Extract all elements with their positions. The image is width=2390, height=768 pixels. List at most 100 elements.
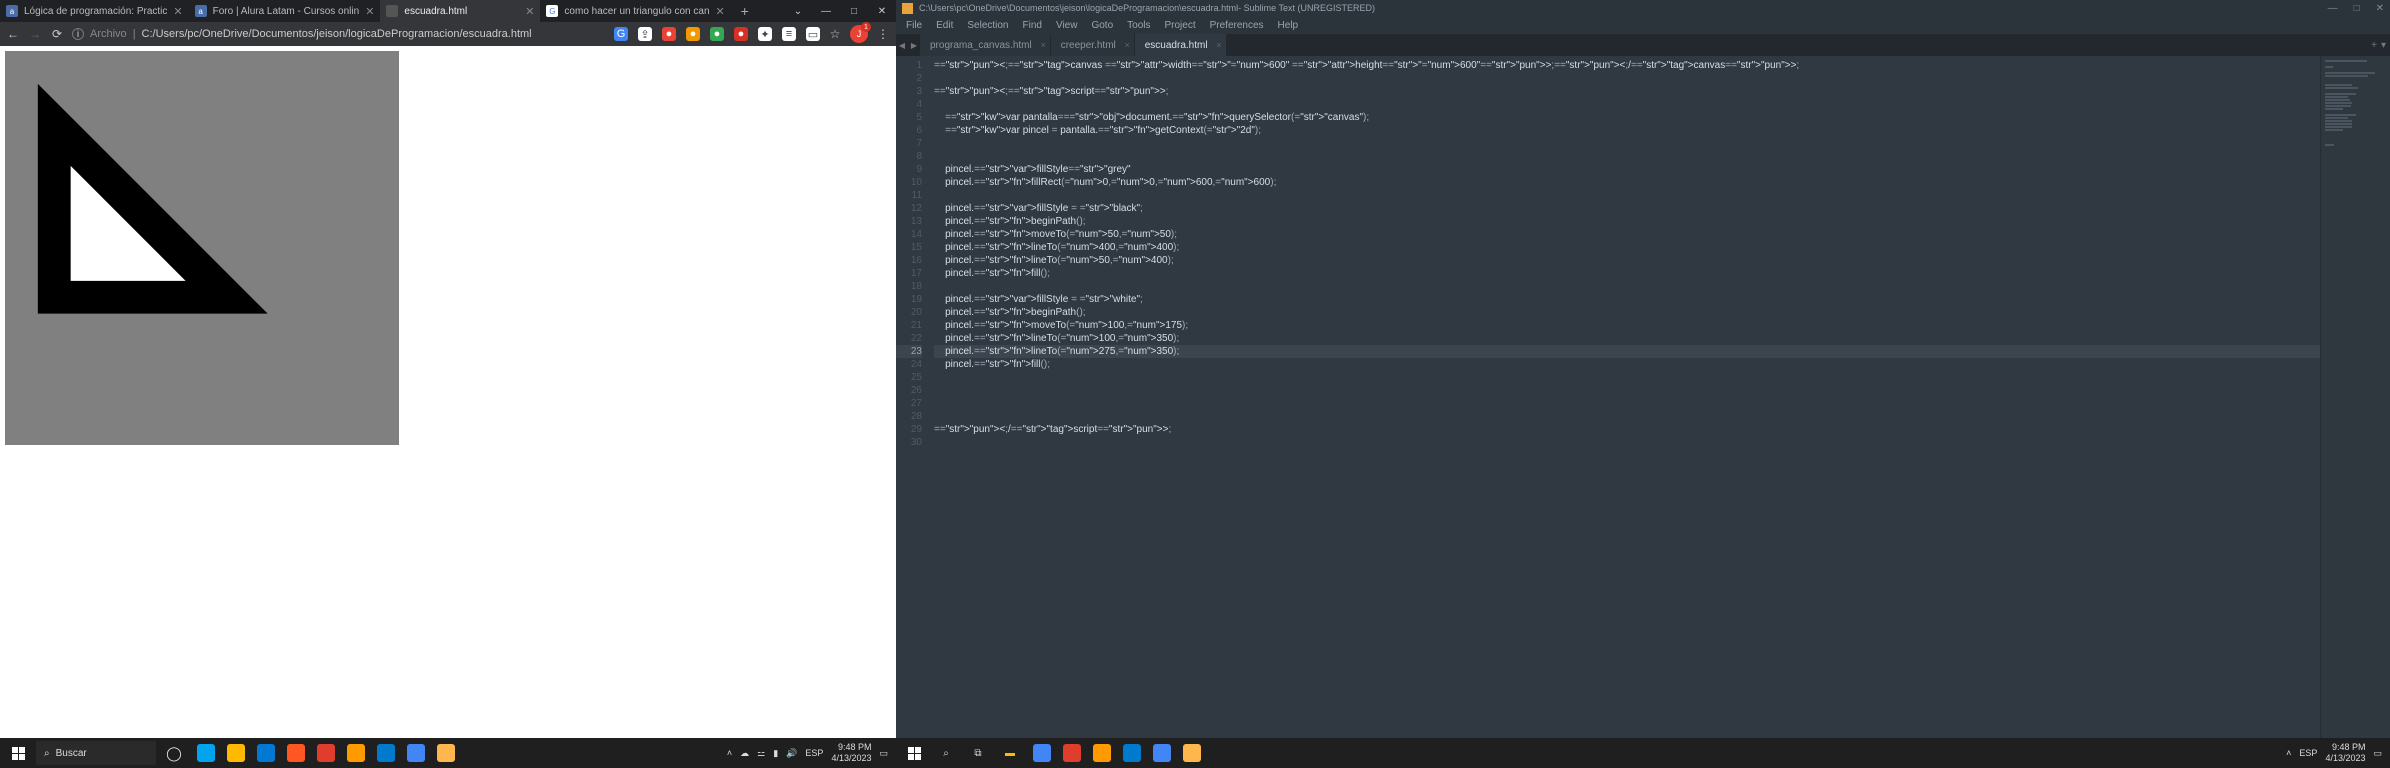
- start-button[interactable]: [4, 739, 32, 767]
- bookmark-star-icon[interactable]: ☆: [828, 27, 842, 41]
- tray-battery-icon[interactable]: ▮: [773, 748, 778, 759]
- task-view-icon[interactable]: ⧉: [964, 739, 992, 767]
- menu-item[interactable]: Find: [1017, 20, 1048, 31]
- tray-lang[interactable]: ESP: [805, 748, 823, 758]
- file-explorer-icon[interactable]: ▬: [996, 739, 1024, 767]
- taskbar-app-icon[interactable]: [312, 739, 340, 767]
- forward-button[interactable]: →: [28, 27, 42, 41]
- close-tab-icon[interactable]: ×: [1040, 40, 1045, 50]
- taskbar-app-icon[interactable]: [1058, 739, 1086, 767]
- code-editor[interactable]: =="str">"pun"><;=="str">"tag">canvas =="…: [930, 56, 2320, 750]
- tray-volume-icon[interactable]: 🔊: [786, 748, 797, 759]
- editor-tab[interactable]: creeper.html ×: [1051, 34, 1135, 56]
- extension-icon[interactable]: ●: [734, 27, 748, 41]
- menu-item[interactable]: Selection: [961, 20, 1014, 31]
- notification-icon[interactable]: ▭: [2373, 748, 2382, 759]
- notification-icon[interactable]: ▭: [879, 748, 888, 759]
- chrome-tab[interactable]: aLógica de programación: Practic✕: [0, 0, 189, 22]
- taskbar-app-icon[interactable]: [1028, 739, 1056, 767]
- start-button[interactable]: [900, 739, 928, 767]
- taskbar-app-icon[interactable]: [252, 739, 280, 767]
- taskbar-app-icon[interactable]: [342, 739, 370, 767]
- tray-chevron-icon[interactable]: ˄: [727, 748, 732, 758]
- extension-icon[interactable]: ⇪: [638, 27, 652, 41]
- menu-item[interactable]: File: [900, 20, 928, 31]
- taskbar-search-icon[interactable]: ⌕: [932, 739, 960, 767]
- tab-label: escuadra.html: [1145, 40, 1208, 51]
- close-tab-icon[interactable]: ✕: [365, 5, 374, 18]
- taskbar-app-icon[interactable]: [1088, 739, 1116, 767]
- taskbar-app-icon[interactable]: [432, 739, 460, 767]
- extension-icon[interactable]: ✦: [758, 27, 772, 41]
- windows-taskbar-left: ⌕ Buscar ◯ ˄ ☁ ⚍ ▮ 🔊 ESP 9:48 PM4/13/202…: [0, 738, 896, 768]
- new-file-icon[interactable]: +: [2371, 40, 2377, 51]
- sublime-close-button[interactable]: ✕: [2376, 3, 2384, 14]
- extension-icon[interactable]: G: [614, 27, 628, 41]
- menu-item[interactable]: Edit: [930, 20, 959, 31]
- extension-icon[interactable]: ●: [710, 27, 724, 41]
- close-tab-icon[interactable]: ✕: [173, 5, 182, 18]
- site-info-icon[interactable]: i: [72, 28, 84, 40]
- close-tab-icon[interactable]: ✕: [716, 5, 725, 18]
- menu-item[interactable]: Goto: [1085, 20, 1119, 31]
- menu-item[interactable]: Project: [1159, 20, 1202, 31]
- chrome-tab[interactable]: Gcomo hacer un triangulo con can✕: [540, 0, 730, 22]
- tray-chevron-icon[interactable]: ˄: [2286, 748, 2291, 758]
- close-tab-icon[interactable]: ✕: [525, 5, 534, 18]
- extension-icon[interactable]: ●: [686, 27, 700, 41]
- tray-lang[interactable]: ESP: [2299, 748, 2317, 758]
- taskbar-clock[interactable]: 9:48 PM4/13/2023: [2325, 742, 2365, 764]
- cortana-icon[interactable]: ◯: [160, 739, 188, 767]
- search-icon: ⌕: [44, 748, 50, 759]
- taskbar-app-icon[interactable]: [402, 739, 430, 767]
- tray-onedrive-icon[interactable]: ☁: [740, 748, 749, 759]
- chrome-maximize-button[interactable]: □: [840, 0, 868, 22]
- sublime-maximize-button[interactable]: □: [2354, 3, 2360, 14]
- url-scheme: Archivo: [90, 28, 127, 40]
- close-tab-icon[interactable]: ×: [1124, 40, 1129, 50]
- tab-label: escuadra.html: [404, 6, 519, 17]
- taskbar-app-icon[interactable]: [1118, 739, 1146, 767]
- taskbar-clock[interactable]: 9:48 PM4/13/2023: [831, 742, 871, 764]
- menu-item[interactable]: Tools: [1121, 20, 1156, 31]
- extension-icon[interactable]: ▭: [806, 27, 820, 41]
- back-button[interactable]: ←: [6, 27, 20, 41]
- taskbar-app-icon[interactable]: [222, 739, 250, 767]
- tab-scroll-right-icon[interactable]: ▶: [908, 34, 920, 56]
- taskbar-app-icon[interactable]: [282, 739, 310, 767]
- chrome-tab[interactable]: aForo | Alura Latam - Cursos onlin✕: [189, 0, 381, 22]
- chrome-tab-dropdown-icon[interactable]: ⌄: [784, 0, 812, 22]
- favicon: a: [6, 5, 18, 17]
- taskbar-app-icon[interactable]: [1178, 739, 1206, 767]
- chrome-tab[interactable]: escuadra.html ✕: [380, 0, 540, 22]
- menu-item[interactable]: View: [1050, 20, 1084, 31]
- menu-item[interactable]: Help: [1272, 20, 1305, 31]
- taskbar-search[interactable]: ⌕ Buscar: [36, 741, 156, 765]
- editor-tab[interactable]: programa_canvas.html×: [920, 34, 1051, 56]
- menu-item[interactable]: Preferences: [1204, 20, 1270, 31]
- tab-menu-icon[interactable]: ▾: [2381, 40, 2386, 51]
- close-tab-icon[interactable]: ×: [1216, 40, 1221, 50]
- extension-icon[interactable]: ●: [662, 27, 676, 41]
- windows-taskbar-right: ⌕ ⧉ ▬ ˄ ESP 9:48 PM4/13/2023 ▭: [896, 738, 2390, 768]
- chrome-close-button[interactable]: ✕: [868, 0, 896, 22]
- taskbar-app-icon[interactable]: [372, 739, 400, 767]
- new-tab-button[interactable]: +: [731, 0, 759, 22]
- reload-button[interactable]: ⟳: [50, 27, 64, 41]
- tab-label: creeper.html: [1061, 40, 1116, 51]
- sublime-minimize-button[interactable]: —: [2328, 3, 2338, 14]
- minimap[interactable]: [2320, 56, 2390, 750]
- editor-area: 1234567891011121314151617181920212223242…: [896, 56, 2390, 750]
- taskbar-app-icon[interactable]: [1148, 739, 1176, 767]
- address-bar[interactable]: i Archivo | C:/Users/pc/OneDrive/Documen…: [72, 28, 606, 40]
- chrome-minimize-button[interactable]: —: [812, 0, 840, 22]
- favicon: [386, 5, 398, 17]
- profile-avatar[interactable]: J: [850, 25, 868, 43]
- sublime-titlebar: C:\Users\pc\OneDrive\Documentos\jeison\l…: [896, 0, 2390, 16]
- tray-wifi-icon[interactable]: ⚍: [757, 748, 765, 759]
- taskbar-app-icon[interactable]: [192, 739, 220, 767]
- editor-tab[interactable]: escuadra.html ×: [1135, 34, 1227, 56]
- chrome-menu-icon[interactable]: ⋮: [876, 27, 890, 41]
- tab-scroll-left-icon[interactable]: ◀: [896, 34, 908, 56]
- extension-icon[interactable]: ≡: [782, 27, 796, 41]
